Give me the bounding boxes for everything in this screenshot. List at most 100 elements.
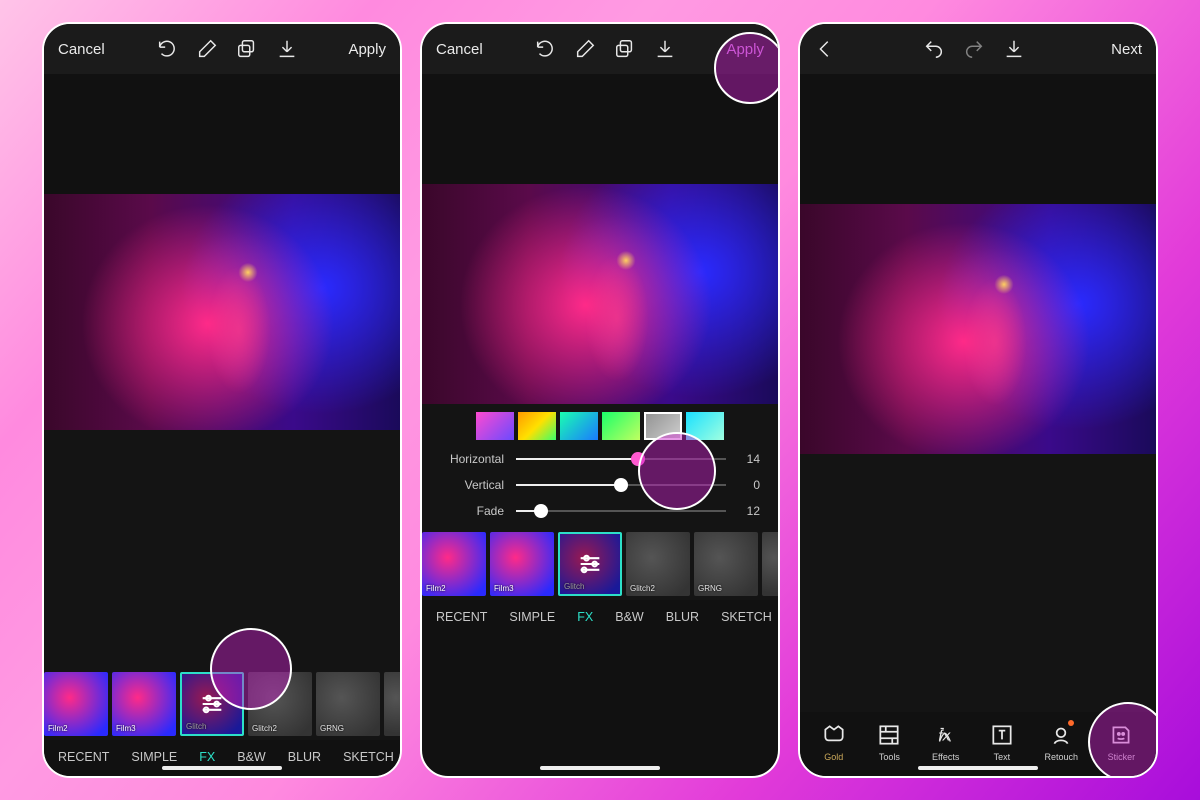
category-sketch[interactable]: SKETCH xyxy=(721,610,772,624)
slider-horizontal[interactable]: Horizontal 14 xyxy=(422,446,778,472)
color-swatch-1[interactable] xyxy=(518,412,556,440)
phone-screen-2: Cancel Apply Horizontal 14 Vertical 0 Fa… xyxy=(420,22,780,778)
color-swatch-5[interactable] xyxy=(686,412,724,440)
filter-label: Film3 xyxy=(494,584,514,593)
filter-thumb-film2[interactable]: Film2 xyxy=(422,532,486,596)
tool-label: Text xyxy=(994,752,1011,762)
filter-thumb-glitch2[interactable]: Glitch2 xyxy=(626,532,690,596)
filter-label: Film3 xyxy=(116,724,136,733)
filter-thumb-film3[interactable]: Film3 xyxy=(112,672,176,736)
color-swatch-0[interactable] xyxy=(476,412,514,440)
filter-thumb-film3[interactable]: Film3 xyxy=(490,532,554,596)
tool-label: Retouch xyxy=(1045,752,1079,762)
category-row: RECENTSIMPLEFXB&WBLURSKETCHCO xyxy=(422,600,778,636)
tool-retouch[interactable]: Retouch xyxy=(1045,722,1079,762)
filter-thumb-grng[interactable]: GRNG xyxy=(316,672,380,736)
download-icon[interactable] xyxy=(276,38,298,60)
tool-gold[interactable]: Gold xyxy=(821,722,847,762)
tools-icon xyxy=(876,722,902,748)
slider-fade[interactable]: Fade 12 xyxy=(422,498,778,532)
download-icon[interactable] xyxy=(654,38,676,60)
slider-value: 0 xyxy=(738,478,760,492)
filter-label: Glitch2 xyxy=(630,584,655,593)
category-recent[interactable]: RECENT xyxy=(58,750,109,764)
phone-screen-3: Next Gold Tools fx Effects Text Retouch Sticke… xyxy=(798,22,1158,778)
filter-thumb-film2[interactable]: Film2 xyxy=(44,672,108,736)
slider-label: Fade xyxy=(440,504,504,518)
filter-strip: Film2 Film3 Glitch Glitch2 GRNG xyxy=(44,672,400,740)
category-blur[interactable]: BLUR xyxy=(666,610,699,624)
top-bar: Cancel Apply xyxy=(44,24,400,74)
back-icon[interactable] xyxy=(814,38,836,60)
canvas-spacer xyxy=(44,430,400,672)
slider-value: 12 xyxy=(738,504,760,518)
layers-icon[interactable] xyxy=(614,38,636,60)
slider-vertical[interactable]: Vertical 0 xyxy=(422,472,778,498)
color-swatch-4[interactable] xyxy=(644,412,682,440)
filter-thumb-grng[interactable]: GRNG xyxy=(694,532,758,596)
filter-label: GRNG xyxy=(698,584,722,593)
category-blur[interactable]: BLUR xyxy=(288,750,321,764)
apply-button[interactable]: Apply xyxy=(348,41,386,58)
adjust-sliders-icon xyxy=(182,674,242,734)
canvas-image[interactable] xyxy=(44,194,400,430)
filter-thumb-more[interactable] xyxy=(762,532,780,596)
apply-button[interactable]: Apply xyxy=(726,41,764,58)
eraser-icon[interactable] xyxy=(574,38,596,60)
filter-thumb-glitch[interactable]: Glitch xyxy=(558,532,622,596)
canvas-spacer xyxy=(800,454,1156,712)
download-icon[interactable] xyxy=(1003,38,1025,60)
home-indicator xyxy=(162,766,282,770)
text-icon xyxy=(989,722,1015,748)
category-b&w[interactable]: B&W xyxy=(615,610,643,624)
next-button[interactable]: Next xyxy=(1111,41,1142,58)
tool-sticker[interactable]: Sticker xyxy=(1108,722,1136,762)
slider-track[interactable] xyxy=(516,458,726,460)
reset-icon[interactable] xyxy=(156,38,178,60)
color-swatch-2[interactable] xyxy=(560,412,598,440)
phone-screen-1: Cancel Apply Film2 Film3 Glitch Glitch2 GRNG… xyxy=(42,22,402,778)
canvas-image[interactable] xyxy=(422,184,778,404)
category-row: RECENTSIMPLEFXB&WBLURSKETCHCO xyxy=(44,740,400,776)
tool-effects[interactable]: fx Effects xyxy=(932,722,959,762)
gold-icon xyxy=(821,722,847,748)
category-fx[interactable]: FX xyxy=(199,750,215,764)
category-recent[interactable]: RECENT xyxy=(436,610,487,624)
category-simple[interactable]: SIMPLE xyxy=(131,750,177,764)
home-indicator xyxy=(540,766,660,770)
filter-thumb-glitch2[interactable]: Glitch2 xyxy=(248,672,312,736)
tool-label: Effects xyxy=(932,752,959,762)
category-simple[interactable]: SIMPLE xyxy=(509,610,555,624)
adjust-sliders-icon xyxy=(560,534,620,594)
top-bar: Cancel Apply xyxy=(422,24,778,74)
slider-label: Vertical xyxy=(440,478,504,492)
filter-thumb-glitch[interactable]: Glitch xyxy=(180,672,244,736)
slider-track[interactable] xyxy=(516,510,726,512)
filter-strip: Film2 Film3 Glitch Glitch2 GRNG xyxy=(422,532,778,600)
cancel-button[interactable]: Cancel xyxy=(436,41,483,58)
tool-tools[interactable]: Tools xyxy=(876,722,902,762)
category-fx[interactable]: FX xyxy=(577,610,593,624)
category-b&w[interactable]: B&W xyxy=(237,750,265,764)
layers-icon[interactable] xyxy=(236,38,258,60)
undo-icon[interactable] xyxy=(923,38,945,60)
filter-label: Film2 xyxy=(48,724,68,733)
filter-thumb-more[interactable] xyxy=(384,672,402,736)
slider-track[interactable] xyxy=(516,484,726,486)
home-indicator xyxy=(918,766,1038,770)
filter-label: Glitch2 xyxy=(252,724,277,733)
tool-label: Tools xyxy=(879,752,900,762)
reset-icon[interactable] xyxy=(534,38,556,60)
tool-text[interactable]: Text xyxy=(989,722,1015,762)
svg-text:fx: fx xyxy=(938,727,951,744)
cancel-button[interactable]: Cancel xyxy=(58,41,105,58)
filter-label: GRNG xyxy=(320,724,344,733)
slider-label: Horizontal xyxy=(440,452,504,466)
category-sketch[interactable]: SKETCH xyxy=(343,750,394,764)
color-swatch-3[interactable] xyxy=(602,412,640,440)
canvas-image[interactable] xyxy=(800,204,1156,454)
filter-label: Film2 xyxy=(426,584,446,593)
eraser-icon[interactable] xyxy=(196,38,218,60)
redo-icon[interactable] xyxy=(963,38,985,60)
tool-label: Sticker xyxy=(1108,752,1136,762)
